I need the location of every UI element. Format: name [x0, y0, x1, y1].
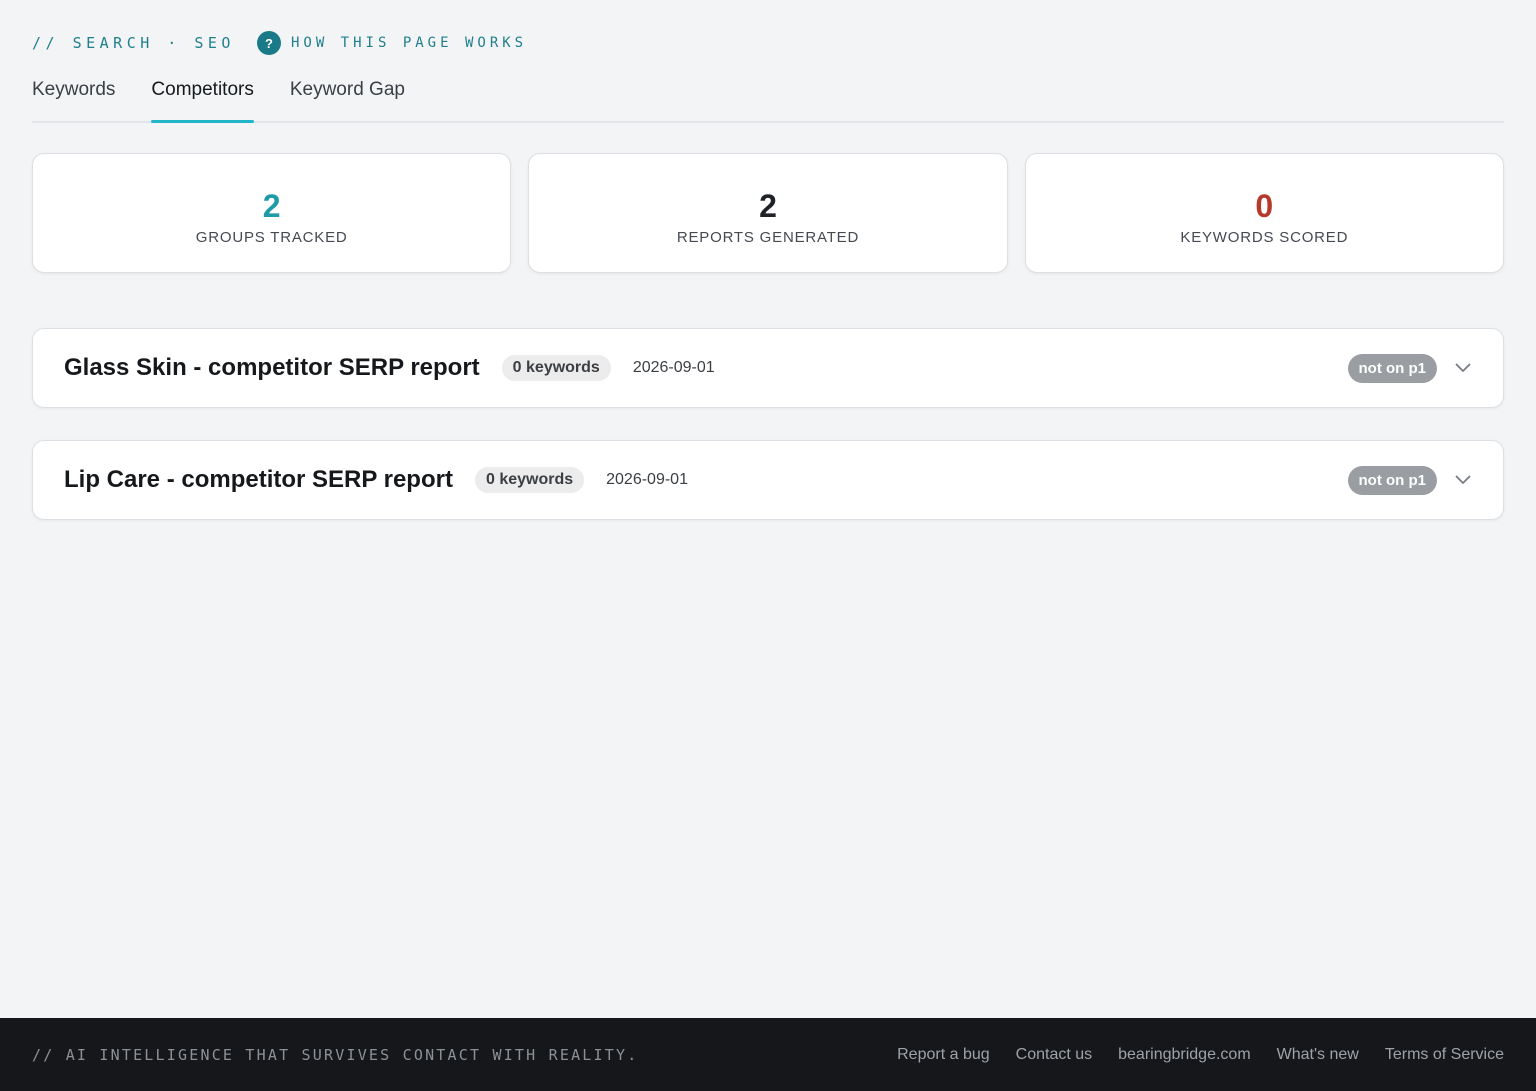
- stats-row: 2 GROUPS TRACKED 2 REPORTS GENERATED 0 K…: [32, 153, 1504, 273]
- chevron-down-icon[interactable]: [1453, 358, 1473, 378]
- footer-link-contact[interactable]: Contact us: [1016, 1046, 1092, 1064]
- stat-card-groups-tracked: 2 GROUPS TRACKED: [32, 153, 512, 273]
- how-this-page-works-label: HOW THIS PAGE WORKS: [290, 35, 528, 51]
- stat-value: 0: [1255, 187, 1274, 224]
- page-eyebrow: // SEARCH · SEO ? HOW THIS PAGE WORKS: [32, 31, 528, 55]
- stat-value: 2: [759, 187, 777, 224]
- help-icon: ?: [256, 31, 281, 55]
- keyword-count-badge: 0 keywords: [474, 467, 585, 493]
- stat-label: KEYWORDS SCORED: [1180, 228, 1349, 246]
- footer-tagline: // AI INTELLIGENCE THAT SURVIVES CONTACT…: [32, 1045, 639, 1064]
- stat-card-keywords-scored: 0 KEYWORDS SCORED: [1024, 153, 1504, 273]
- tab-keywords[interactable]: Keywords: [32, 70, 115, 121]
- status-badge: not on p1: [1347, 465, 1437, 495]
- status-badge: not on p1: [1347, 353, 1437, 383]
- how-this-page-works-link[interactable]: ? HOW THIS PAGE WORKS: [256, 31, 528, 55]
- report-row[interactable]: Glass Skin - competitor SERP report 0 ke…: [32, 328, 1504, 408]
- stat-label: REPORTS GENERATED: [676, 228, 860, 246]
- report-date: 2026-09-01: [632, 359, 715, 376]
- tab-competitors[interactable]: Competitors: [151, 70, 255, 123]
- report-date: 2026-09-01: [606, 471, 688, 488]
- report-list: Glass Skin - competitor SERP report 0 ke…: [32, 328, 1504, 552]
- tab-keyword-gap[interactable]: Keyword Gap: [290, 70, 405, 121]
- report-title: Glass Skin - competitor SERP report: [64, 354, 480, 381]
- footer: // AI INTELLIGENCE THAT SURVIVES CONTACT…: [0, 1018, 1536, 1091]
- page: // SEARCH · SEO ? HOW THIS PAGE WORKS Ke…: [0, 0, 1536, 1091]
- keyword-count-badge: 0 keywords: [501, 355, 611, 381]
- chevron-down-icon[interactable]: [1453, 470, 1473, 490]
- report-row[interactable]: Lip Care - competitor SERP report 0 keyw…: [32, 440, 1504, 520]
- stat-label: GROUPS TRACKED: [195, 228, 348, 246]
- footer-link-whats-new[interactable]: What's new: [1277, 1046, 1359, 1064]
- footer-link-terms[interactable]: Terms of Service: [1385, 1046, 1504, 1064]
- stat-value: 2: [262, 187, 281, 224]
- section-breadcrumb: // SEARCH · SEO: [32, 34, 235, 52]
- report-title: Lip Care - competitor SERP report: [64, 466, 453, 493]
- tab-bar: Keywords Competitors Keyword Gap: [32, 70, 1504, 123]
- stat-card-reports-generated: 2 REPORTS GENERATED: [528, 153, 1008, 273]
- footer-link-website[interactable]: bearingbridge.com: [1118, 1046, 1251, 1064]
- footer-link-report-bug[interactable]: Report a bug: [897, 1046, 990, 1064]
- footer-links: Report a bug Contact us bearingbridge.co…: [897, 1046, 1504, 1064]
